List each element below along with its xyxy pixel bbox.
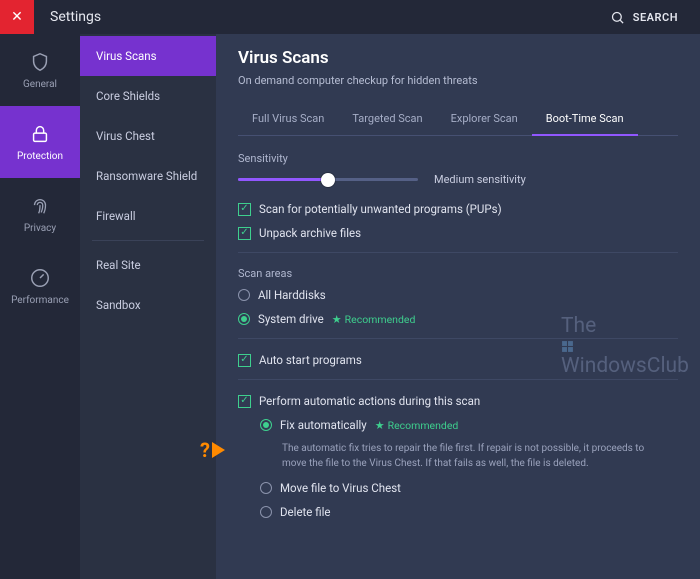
window-title: Settings: [50, 9, 101, 25]
rail-item-general[interactable]: General: [0, 34, 80, 106]
question-mark-icon: ?: [200, 438, 210, 462]
checkbox-icon: [238, 203, 251, 216]
subnav-item-virus-chest[interactable]: Virus Chest: [80, 116, 216, 156]
close-button[interactable]: ✕: [0, 0, 34, 34]
checkbox-icon: [238, 354, 251, 367]
rail-item-performance[interactable]: Performance: [0, 250, 80, 322]
subnav-item-virus-scans[interactable]: Virus Scans: [80, 36, 216, 76]
radio-icon: [238, 313, 250, 325]
recommended-badge: Recommended: [375, 419, 459, 432]
subnav-item-firewall[interactable]: Firewall: [80, 196, 216, 236]
radio-fix-automatically[interactable]: Fix automatically Recommended: [260, 418, 678, 432]
scan-areas-label: Scan areas: [238, 267, 678, 280]
subnav-item-sandbox[interactable]: Sandbox: [80, 285, 216, 325]
radio-system-drive[interactable]: System drive Recommended: [238, 312, 678, 326]
tab-full-virus-scan[interactable]: Full Virus Scan: [238, 103, 338, 135]
subnav-item-ransomware-shield[interactable]: Ransomware Shield: [80, 156, 216, 196]
sensitivity-value: Medium sensitivity: [434, 173, 526, 186]
tab-targeted-scan[interactable]: Targeted Scan: [338, 103, 436, 135]
check-perform-auto-actions[interactable]: Perform automatic actions during this sc…: [238, 394, 678, 408]
lock-icon: [29, 123, 51, 145]
nav-rail: General Protection Privacy Performance: [0, 34, 80, 579]
search-button[interactable]: SEARCH: [610, 10, 678, 25]
rail-item-protection[interactable]: Protection: [0, 106, 80, 178]
radio-icon: [238, 289, 250, 301]
recommended-badge: Recommended: [332, 313, 416, 326]
triangle-pointer-icon: [212, 442, 225, 458]
radio-move-to-chest[interactable]: Move file to Virus Chest: [260, 481, 678, 495]
check-archive[interactable]: Unpack archive files: [238, 226, 678, 240]
fingerprint-icon: [29, 195, 51, 217]
radio-all-harddisks[interactable]: All Harddisks: [238, 288, 678, 302]
annotation-marker: ?: [200, 438, 225, 462]
sensitivity-label: Sensitivity: [238, 152, 678, 165]
rail-item-privacy[interactable]: Privacy: [0, 178, 80, 250]
checkbox-icon: [238, 227, 251, 240]
tab-explorer-scan[interactable]: Explorer Scan: [437, 103, 532, 135]
gauge-icon: [29, 267, 51, 289]
tab-boot-time-scan[interactable]: Boot-Time Scan: [532, 103, 638, 136]
divider: [238, 338, 678, 339]
titlebar: ✕ Settings SEARCH: [0, 0, 700, 34]
radio-icon: [260, 506, 272, 518]
sensitivity-slider[interactable]: [238, 178, 418, 181]
subnav-divider: [92, 240, 204, 241]
divider: [238, 379, 678, 380]
page-heading: Virus Scans: [238, 48, 678, 68]
subnav: Virus Scans Core Shields Virus Chest Ran…: [80, 34, 216, 579]
divider: [238, 252, 678, 253]
page-subtitle: On demand computer checkup for hidden th…: [238, 74, 678, 87]
slider-thumb[interactable]: [321, 173, 335, 187]
check-pups[interactable]: Scan for potentially unwanted programs (…: [238, 202, 678, 216]
check-auto-start[interactable]: Auto start programs: [238, 353, 678, 367]
main-panel: Virus Scans On demand computer checkup f…: [216, 34, 700, 579]
search-icon: [610, 10, 625, 25]
scan-tabs: Full Virus Scan Targeted Scan Explorer S…: [238, 103, 678, 136]
radio-delete-file[interactable]: Delete file: [260, 505, 678, 519]
shield-outline-icon: [29, 51, 51, 73]
radio-icon: [260, 419, 272, 431]
search-label: SEARCH: [633, 11, 678, 24]
subnav-item-core-shields[interactable]: Core Shields: [80, 76, 216, 116]
subnav-item-real-site[interactable]: Real Site: [80, 245, 216, 285]
checkbox-icon: [238, 395, 251, 408]
fix-automatically-desc: The automatic fix tries to repair the fi…: [282, 442, 662, 471]
radio-icon: [260, 482, 272, 494]
